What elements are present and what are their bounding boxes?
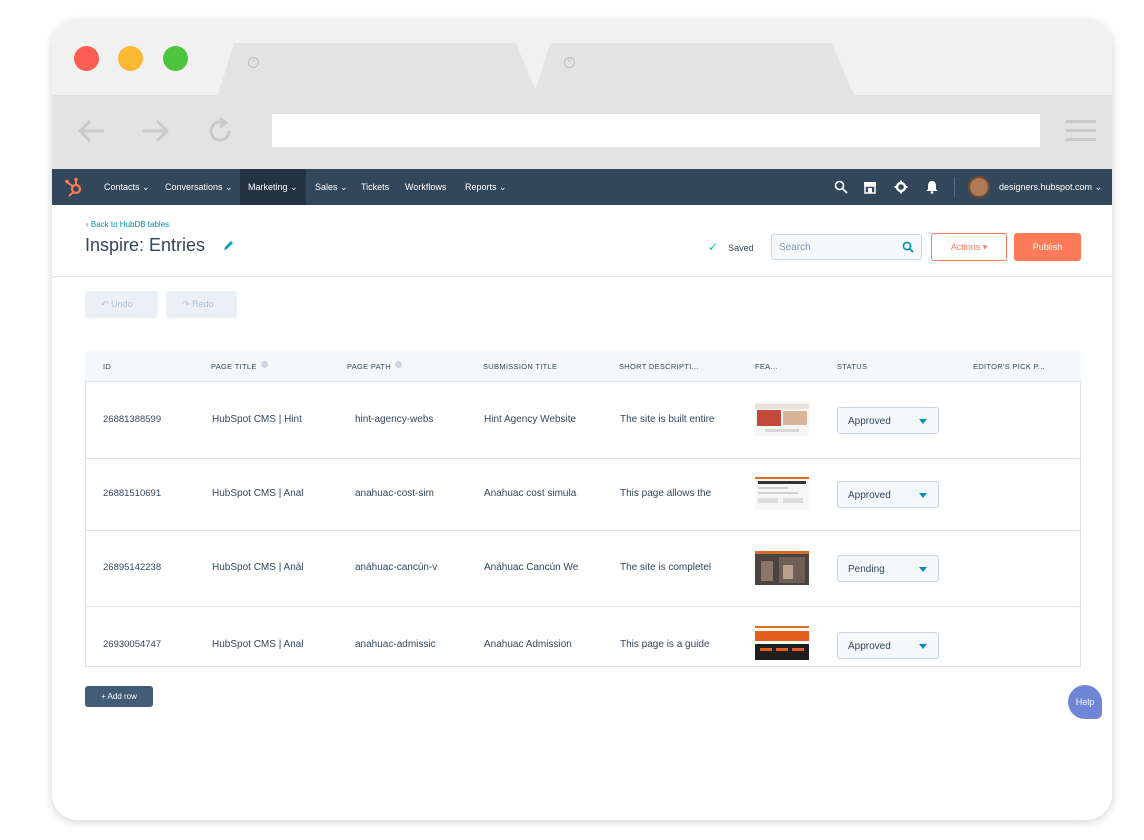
browser-tab[interactable]: × xyxy=(218,43,538,95)
address-bar[interactable] xyxy=(272,114,1040,147)
status-dropdown[interactable]: Approved xyxy=(837,407,939,434)
cell-short-description[interactable]: The site is completel xyxy=(620,562,722,573)
tab-close-icon[interactable]: × xyxy=(564,57,575,68)
undo-button[interactable]: ↶ Undo xyxy=(85,291,158,318)
nav-marketing[interactable]: Marketing ⌄ xyxy=(240,169,306,205)
help-button[interactable]: Help xyxy=(1068,685,1102,719)
cell-submission-title[interactable]: Anáhuac Cancún We xyxy=(484,562,586,573)
column-header-page-title[interactable]: PAGE TITLE xyxy=(211,351,268,382)
browser-tab[interactable]: × xyxy=(534,43,854,95)
chevron-down-icon xyxy=(919,644,927,649)
column-header-status[interactable]: STATUS xyxy=(837,351,867,382)
search-field[interactable] xyxy=(771,234,922,260)
account-menu[interactable]: designers.hubspot.com ⌄ xyxy=(999,169,1102,205)
back-link[interactable]: ‹ Back to HubDB tables xyxy=(86,220,169,229)
featured-image-thumbnail[interactable] xyxy=(755,551,809,585)
info-icon[interactable] xyxy=(394,361,402,368)
edit-pencil-icon[interactable] xyxy=(223,239,235,251)
plus-icon: + xyxy=(101,692,106,701)
info-icon[interactable] xyxy=(260,361,268,368)
table-row[interactable]: 26881510691 HubSpot CMS | Anal anahuac-c… xyxy=(85,459,1081,531)
status-dropdown[interactable]: Approved xyxy=(837,632,939,659)
featured-image-thumbnail[interactable] xyxy=(755,402,809,436)
column-header-page-path[interactable]: PAGE PATH xyxy=(347,351,402,382)
cell-page-title[interactable]: HubSpot CMS | Hint xyxy=(212,414,313,425)
cell-id[interactable]: 26881510691 xyxy=(103,488,203,499)
page-title: Inspire: Entries xyxy=(85,235,206,255)
column-header-editors-pick[interactable]: EDITOR'S PICK P... xyxy=(973,351,1045,382)
maximize-window-button[interactable] xyxy=(163,46,188,71)
search-icon[interactable] xyxy=(902,241,914,253)
cell-short-description[interactable]: This page allows the xyxy=(620,488,722,499)
column-header-id[interactable]: ID xyxy=(103,351,111,382)
actions-dropdown-button[interactable]: Actions ▾ xyxy=(931,233,1007,261)
header-divider xyxy=(52,276,1112,277)
minimize-window-button[interactable] xyxy=(118,46,143,71)
cell-id[interactable]: 26895142238 xyxy=(103,562,203,573)
redo-icon: ↷ xyxy=(182,299,190,309)
column-header-short-description[interactable]: SHORT DESCRIPTI... xyxy=(619,351,699,382)
chevron-down-icon xyxy=(919,567,927,572)
column-header-submission-title[interactable]: SUBMISSION TITLE xyxy=(483,351,557,382)
close-window-button[interactable] xyxy=(74,46,99,71)
entries-table: ID PAGE TITLE PAGE PATH SUBMISSION TITLE… xyxy=(85,351,1081,667)
marketplace-icon[interactable] xyxy=(863,179,877,195)
table-row[interactable]: 26881388599 HubSpot CMS | Hint hint-agen… xyxy=(85,382,1081,459)
avatar[interactable] xyxy=(968,176,990,198)
cell-page-path[interactable]: anáhuac-cancún-v xyxy=(355,562,445,573)
forward-arrow-icon[interactable] xyxy=(137,113,173,149)
column-header-featured-image[interactable]: FEA... xyxy=(755,351,778,382)
nav-conversations[interactable]: Conversations ⌄ xyxy=(157,169,241,205)
cell-page-path[interactable]: anahuac-admissic xyxy=(355,639,445,650)
search-input[interactable] xyxy=(772,235,892,259)
saved-status: ✓ Saved xyxy=(708,240,754,254)
nav-workflows[interactable]: Workflows xyxy=(397,169,454,205)
hubspot-navbar: Contacts ⌄ Conversations ⌄ Marketing ⌄ S… xyxy=(52,169,1112,205)
status-dropdown[interactable]: Approved xyxy=(837,481,939,508)
checkmark-icon: ✓ xyxy=(708,240,719,254)
featured-image-thumbnail[interactable] xyxy=(755,476,809,510)
publish-button[interactable]: Publish xyxy=(1014,233,1081,261)
cell-page-title[interactable]: HubSpot CMS | Anal xyxy=(212,488,313,499)
hubspot-logo-icon[interactable] xyxy=(64,177,84,197)
cell-submission-title[interactable]: Anahuac cost simula xyxy=(484,488,586,499)
cell-page-path[interactable]: anahuac-cost-sim xyxy=(355,488,445,499)
chevron-down-icon xyxy=(919,493,927,498)
main-content: ‹ Back to HubDB tables Inspire: Entries … xyxy=(52,205,1112,820)
nav-sales[interactable]: Sales ⌄ xyxy=(307,169,356,205)
nav-tickets[interactable]: Tickets xyxy=(353,169,397,205)
browser-toolbar xyxy=(52,95,1112,169)
search-icon[interactable] xyxy=(834,179,848,195)
add-row-button[interactable]: + Add row xyxy=(85,686,153,707)
chevron-down-icon xyxy=(919,419,927,424)
nav-reports[interactable]: Reports ⌄ xyxy=(457,169,515,205)
cell-page-title[interactable]: HubSpot CMS | Anál xyxy=(212,562,313,573)
notifications-bell-icon[interactable] xyxy=(926,179,938,195)
cell-short-description[interactable]: The site is built entire xyxy=(620,414,722,425)
back-arrow-icon[interactable] xyxy=(74,113,110,149)
cell-id[interactable]: 26930054747 xyxy=(103,639,203,650)
cell-id[interactable]: 26881388599 xyxy=(103,414,203,425)
featured-image-thumbnail[interactable] xyxy=(755,626,809,660)
table-header: ID PAGE TITLE PAGE PATH SUBMISSION TITLE… xyxy=(85,351,1081,382)
status-dropdown[interactable]: Pending xyxy=(837,555,939,582)
browser-tab-strip: × × xyxy=(52,20,1112,95)
redo-button[interactable]: ↷ Redo xyxy=(166,291,237,318)
browser-window: × × Contacts ⌄ Conversations ⌄ Marketing… xyxy=(52,20,1112,820)
undo-icon: ↶ xyxy=(101,299,109,309)
cell-submission-title[interactable]: Anahuac Admission xyxy=(484,639,586,650)
reload-icon[interactable] xyxy=(202,113,238,149)
menu-icon[interactable] xyxy=(1066,120,1096,142)
settings-gear-icon[interactable] xyxy=(894,179,908,195)
nav-divider xyxy=(954,177,955,197)
cell-short-description[interactable]: This page is a guide xyxy=(620,639,722,650)
tab-close-icon[interactable]: × xyxy=(248,57,259,68)
table-row[interactable]: 26895142238 HubSpot CMS | Anál anáhuac-c… xyxy=(85,531,1081,607)
nav-contacts[interactable]: Contacts ⌄ xyxy=(96,169,158,205)
table-row[interactable]: 26930054747 HubSpot CMS | Anal anahuac-a… xyxy=(85,607,1081,667)
cell-page-title[interactable]: HubSpot CMS | Anal xyxy=(212,639,313,650)
cell-submission-title[interactable]: Hint Agency Website xyxy=(484,414,586,425)
cell-page-path[interactable]: hint-agency-webs xyxy=(355,414,445,425)
